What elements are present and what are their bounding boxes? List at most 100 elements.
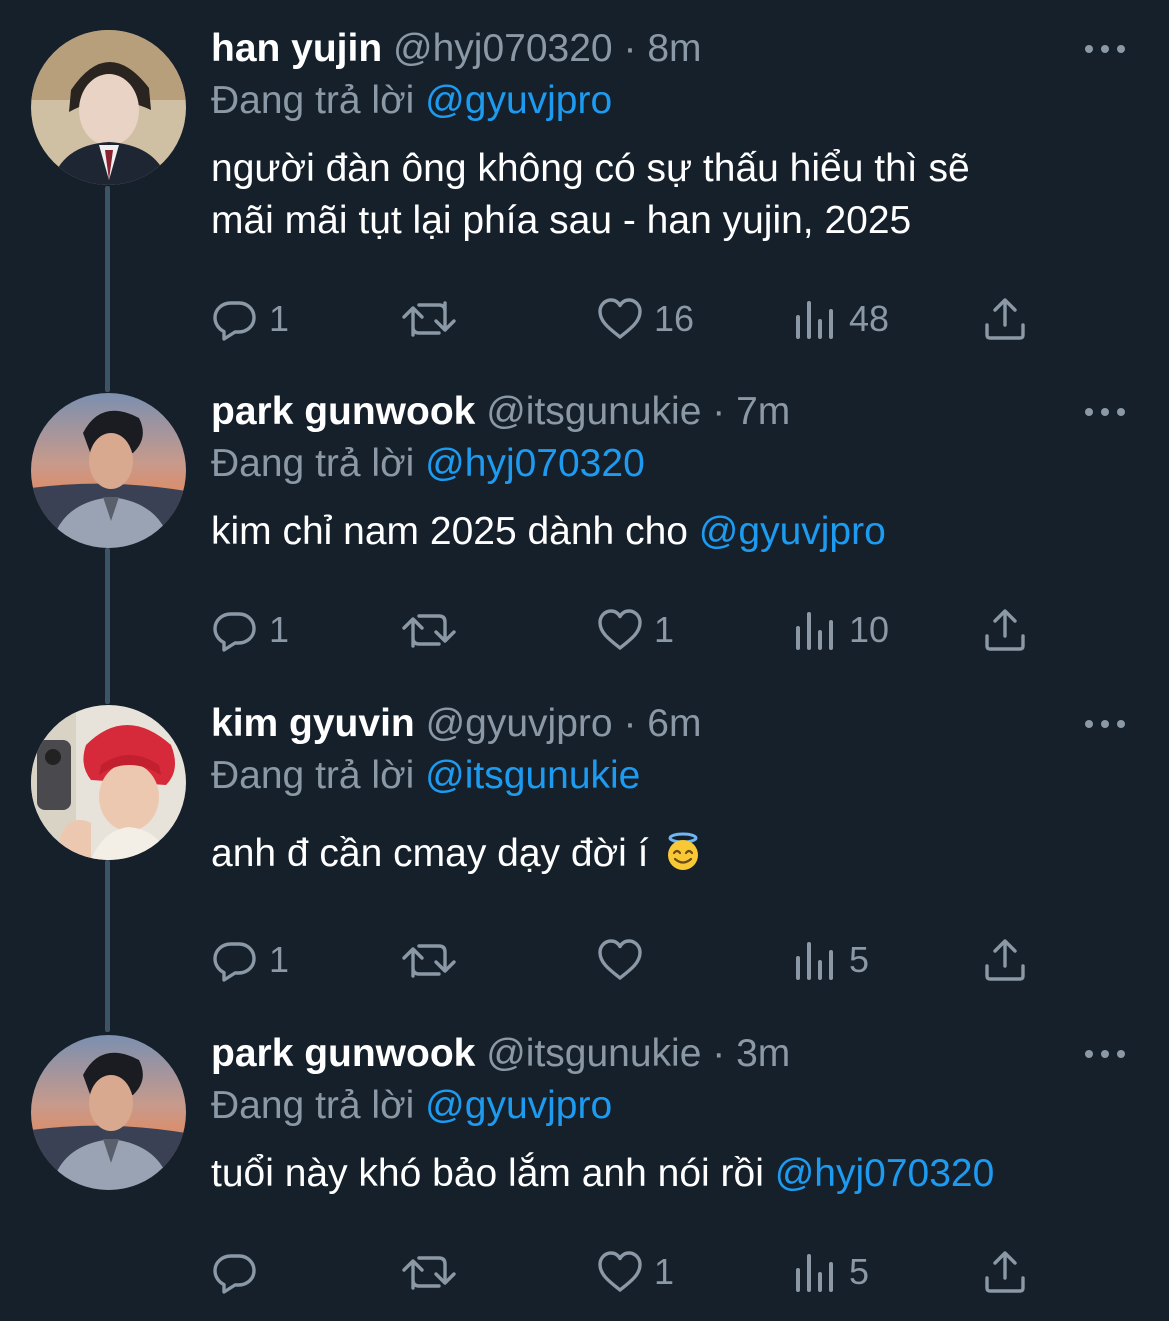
replying-to-line: Đang trả lời @itsgunukie <box>211 750 1129 802</box>
like-icon <box>598 939 642 980</box>
replying-to-mention[interactable]: @hyj070320 <box>425 442 645 485</box>
user-handle[interactable]: @gyuvjpro <box>426 702 613 745</box>
avatar-image <box>31 705 186 860</box>
avatar[interactable] <box>31 393 186 548</box>
like-count: 16 <box>654 298 695 339</box>
reply-count: 1 <box>269 298 290 339</box>
reply-button[interactable]: 1 <box>211 605 289 655</box>
avatar-image <box>31 1035 186 1190</box>
user-handle[interactable]: @itsgunukie <box>486 1032 701 1075</box>
separator-dot: · <box>623 702 637 745</box>
tweet-actions: 1 5 <box>211 935 1041 985</box>
tweet-text: kim chỉ nam 2025 dành cho @gyuvjpro <box>211 506 1129 558</box>
user-handle[interactable]: @itsgunukie <box>486 390 701 433</box>
display-name[interactable]: park gunwook <box>211 390 475 433</box>
reply-count: 1 <box>269 609 290 650</box>
separator-dot: · <box>712 1032 726 1075</box>
share-button[interactable] <box>981 605 1029 655</box>
like-count: 1 <box>654 609 675 650</box>
reply-count: 1 <box>269 939 290 980</box>
more-icon[interactable] <box>1085 42 1125 56</box>
tweet-text-mention[interactable]: @hyj070320 <box>775 1152 995 1195</box>
like-button[interactable] <box>596 935 654 985</box>
avatar[interactable] <box>31 1035 186 1190</box>
replying-prefix: Đang trả lời <box>211 754 415 797</box>
more-icon[interactable] <box>1085 405 1125 419</box>
reply-button[interactable] <box>211 1247 269 1297</box>
retweet-button[interactable] <box>401 605 467 655</box>
views-button[interactable]: 10 <box>791 605 889 655</box>
views-icon <box>796 1254 833 1292</box>
view-count: 5 <box>849 1251 870 1292</box>
views-icon <box>796 612 833 650</box>
replying-to-mention[interactable]: @gyuvjpro <box>425 1084 612 1127</box>
reply-button[interactable]: 1 <box>211 935 289 985</box>
views-button[interactable]: 5 <box>791 935 869 985</box>
thread-connector-line <box>105 860 110 1032</box>
share-icon <box>985 609 1025 651</box>
reply-button[interactable]: 1 <box>211 294 289 344</box>
tweet-text: tuổi này khó bảo lắm anh nói rồi @hyj070… <box>211 1148 1129 1200</box>
smiling-face-with-halo-icon <box>668 832 699 870</box>
replying-prefix: Đang trả lời <box>211 1084 415 1127</box>
like-button[interactable]: 16 <box>596 294 694 344</box>
separator-dot: · <box>623 27 637 70</box>
reply-icon <box>213 1254 256 1294</box>
replying-to-line: Đang trả lời @gyuvjpro <box>211 1080 1129 1132</box>
share-icon <box>985 298 1025 340</box>
like-button[interactable]: 1 <box>596 605 674 655</box>
view-count: 48 <box>849 298 890 339</box>
more-icon[interactable] <box>1085 1047 1125 1061</box>
timestamp[interactable]: 8m <box>647 27 701 70</box>
replying-to-mention[interactable]: @gyuvjpro <box>425 79 612 122</box>
retweet-icon <box>402 614 456 648</box>
tweet-text-mention[interactable]: @gyuvjpro <box>699 510 886 553</box>
replying-prefix: Đang trả lời <box>211 442 415 485</box>
share-button[interactable] <box>981 935 1029 985</box>
like-icon <box>598 298 642 339</box>
share-icon <box>985 1251 1025 1293</box>
retweet-icon <box>402 301 456 337</box>
thread-connector-line <box>105 548 110 704</box>
tweet-text: người đàn ông không có sự thấu hiểu thì … <box>211 143 1129 247</box>
like-icon <box>598 1251 642 1292</box>
user-handle[interactable]: @hyj070320 <box>393 27 613 70</box>
display-name[interactable]: park gunwook <box>211 1032 475 1075</box>
separator-dot: · <box>712 390 726 433</box>
replying-to-mention[interactable]: @itsgunukie <box>425 754 640 797</box>
avatar[interactable] <box>31 705 186 860</box>
views-button[interactable]: 5 <box>791 1247 869 1297</box>
views-icon <box>796 942 833 980</box>
timestamp[interactable]: 6m <box>647 702 701 745</box>
reply-icon <box>213 301 256 341</box>
reply-icon <box>213 942 256 982</box>
retweet-icon <box>402 944 456 978</box>
thread-connector-line <box>105 186 110 392</box>
like-button[interactable]: 1 <box>596 1247 674 1297</box>
replying-to-line: Đang trả lời @gyuvjpro <box>211 75 1129 127</box>
tweet-text-line: mãi mãi tụt lại phía sau - han yujin, 20… <box>211 199 912 242</box>
retweet-button[interactable] <box>401 935 467 985</box>
share-button[interactable] <box>981 1247 1029 1297</box>
tweet-text-plain: anh đ cần cmay dạy đời í <box>211 832 649 875</box>
view-count: 5 <box>849 939 870 980</box>
tweet-actions: 1 1 10 <box>211 605 1041 655</box>
replying-to-line: Đang trả lời @hyj070320 <box>211 438 1129 490</box>
more-icon[interactable] <box>1085 717 1125 731</box>
avatar[interactable] <box>31 30 186 185</box>
retweet-button[interactable] <box>401 1247 467 1297</box>
like-count: 1 <box>654 1251 675 1292</box>
tweet-text-plain: kim chỉ nam 2025 dành cho <box>211 510 699 553</box>
timestamp[interactable]: 3m <box>736 1032 790 1075</box>
tweet-actions: 1 5 <box>211 1247 1041 1297</box>
display-name[interactable]: han yujin <box>211 27 382 70</box>
tweet-actions: 1 16 48 <box>211 294 1041 344</box>
share-button[interactable] <box>981 294 1029 344</box>
reply-icon <box>213 612 256 652</box>
views-button[interactable]: 48 <box>791 294 889 344</box>
display-name[interactable]: kim gyuvin <box>211 702 415 745</box>
retweet-button[interactable] <box>401 294 467 344</box>
share-icon <box>985 939 1025 981</box>
timestamp[interactable]: 7m <box>736 390 790 433</box>
retweet-icon <box>402 1256 456 1290</box>
